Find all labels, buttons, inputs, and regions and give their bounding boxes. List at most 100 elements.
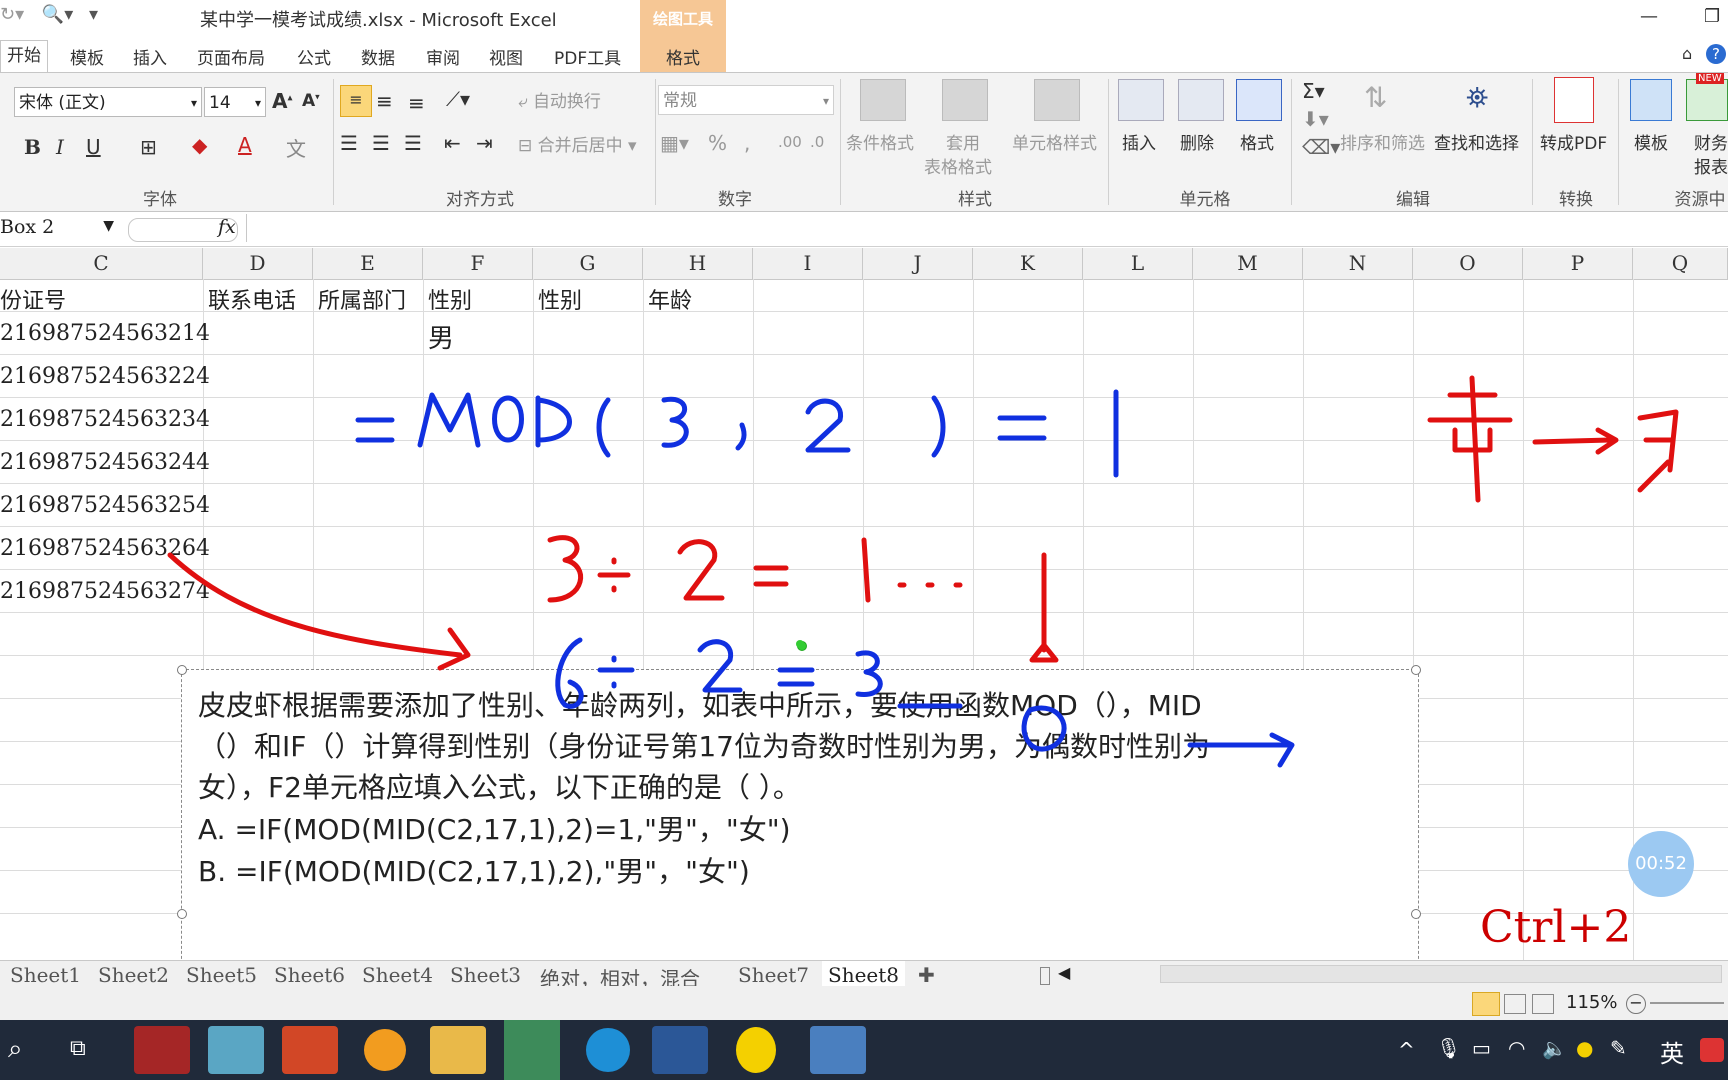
task-view-icon[interactable]: ⧉ [70,1036,86,1061]
cell-id-number[interactable]: 216987524563234 [0,407,210,432]
align-middle-icon[interactable]: ≡ [376,89,393,113]
zoom-level[interactable]: 115% [1566,992,1617,1013]
template-button[interactable]: 模板 [1634,129,1668,154]
battery-icon[interactable]: ▭ [1472,1036,1491,1060]
file-explorer-icon[interactable] [430,1026,486,1074]
calculator-app-icon[interactable] [810,1026,866,1074]
increase-decimal-icon[interactable]: .00 [778,133,802,151]
sheet-tab-active[interactable]: Sheet8 [822,961,906,989]
sheet-tab[interactable]: Sheet1 [10,963,81,987]
insert-cells-button[interactable]: 插入 [1122,129,1156,154]
tab-view[interactable]: 视图 [489,44,523,69]
sort-filter-button[interactable]: 排序和筛选 [1340,129,1425,154]
restore-button[interactable]: ❐ [1704,6,1720,27]
page-layout-view-icon[interactable] [1504,994,1526,1014]
column-header-o[interactable]: O [1413,248,1523,279]
wifi-icon[interactable]: ◠ [1508,1036,1525,1060]
comma-icon[interactable]: , [744,131,750,155]
align-top-icon[interactable]: ≡ [340,85,372,117]
cell-e1[interactable]: 所属部门 [318,283,406,315]
quick-access-toolbar[interactable]: ↻▾ 🔍▾ ▾ [0,4,98,25]
resize-handle[interactable] [1411,909,1421,919]
column-header-n[interactable]: N [1303,248,1413,279]
column-header-c[interactable]: C [0,248,203,279]
tab-templates[interactable]: 模板 [70,44,104,69]
collapse-ribbon-icon[interactable]: ⌂ [1682,44,1692,63]
search-icon[interactable]: ⌕ [8,1034,23,1065]
formula-input[interactable] [246,214,1725,242]
align-right-icon[interactable]: ☰ [404,131,422,155]
find-select-button[interactable]: 查找和选择 [1434,129,1519,154]
sheet-tab[interactable]: Sheet5 [186,963,257,987]
cell-id-number[interactable]: 216987524563254 [0,493,210,518]
italic-icon[interactable]: I [56,135,64,159]
tab-review[interactable]: 审阅 [426,44,460,69]
cell-h1[interactable]: 年龄 [648,283,692,315]
cell-style-button[interactable]: 单元格样式 [1012,129,1097,154]
orientation-icon[interactable]: ⟋▾ [446,87,470,111]
microphone-icon[interactable]: 🎙 [1436,1036,1461,1060]
sheet-tab[interactable]: Sheet4 [362,963,433,987]
bold-icon[interactable]: B [24,135,41,159]
show-hidden-icons[interactable]: ^ [1398,1038,1415,1062]
autosum-icon[interactable]: Σ▾ [1302,79,1325,103]
delete-cells-button[interactable]: 删除 [1180,129,1214,154]
wrap-text-button[interactable]: ⤶ 自动换行 [518,87,601,112]
tab-split-handle[interactable] [1040,967,1050,985]
resize-handle[interactable] [1411,665,1421,675]
sheet-tab[interactable]: Sheet3 [450,963,521,987]
fill-icon[interactable]: ⬇▾ [1302,107,1329,131]
decrease-indent-icon[interactable]: ⇤ [444,131,461,155]
insert-function-icon[interactable]: fx [218,216,236,238]
column-header-e[interactable]: E [313,248,423,279]
cell-g1[interactable]: 性别 [538,283,582,315]
sogou-ime-icon[interactable] [1700,1038,1724,1062]
column-header-f[interactable]: F [423,248,533,279]
finance-report-button-line1[interactable]: 财务 [1694,129,1728,154]
customize-qat-icon[interactable]: ▾ [89,4,98,25]
column-header-l[interactable]: L [1083,248,1193,279]
percent-icon[interactable]: % [708,131,727,155]
notes-app-icon[interactable] [208,1026,264,1074]
column-header-g[interactable]: G [533,248,643,279]
cell-id-number[interactable]: 216987524563224 [0,364,210,389]
ime-indicator[interactable]: 英 [1660,1034,1684,1069]
cell-c1[interactable]: 份证号 [0,283,66,315]
minimize-button[interactable]: — [1640,6,1658,27]
align-left-icon[interactable]: ☰ [340,131,358,155]
borders-icon[interactable]: ⊞ [140,135,157,159]
qq-tray-icon[interactable]: ● [1576,1036,1593,1060]
column-header-i[interactable]: I [753,248,863,279]
tab-data[interactable]: 数据 [361,44,395,69]
font-size-combo[interactable]: 14 ▾ [204,87,266,117]
increase-indent-icon[interactable]: ⇥ [476,131,493,155]
edge-app-icon[interactable] [586,1028,630,1072]
word-app-icon[interactable] [652,1026,708,1074]
column-header-h[interactable]: H [643,248,753,279]
column-header-m[interactable]: M [1193,248,1303,279]
grow-font-icon[interactable]: A▴ [272,89,293,113]
zoom-slider[interactable] [1650,1002,1724,1004]
tab-home[interactable]: 开始 [0,40,48,73]
cell-id-number[interactable]: 216987524563264 [0,536,210,561]
tab-formulas[interactable]: 公式 [297,44,331,69]
cell-id-number[interactable]: 216987524563274 [0,579,210,604]
conditional-format-button[interactable]: 条件格式 [846,129,914,154]
align-center-icon[interactable]: ☰ [372,131,390,155]
table-format-button-line2[interactable]: 表格格式 [924,153,992,178]
finance-report-button-line2[interactable]: 报表 [1694,153,1728,178]
cell-f2[interactable]: 男 [428,318,454,355]
question-textbox[interactable]: 皮皮虾根据需要添加了性别、年龄两列，如表中所示，要使用函数MOD（），MID （… [177,641,1421,969]
tab-page-layout[interactable]: 页面布局 [197,44,265,69]
merge-center-button[interactable]: ⊟ 合并后居中 ▾ [518,131,637,156]
qq-app-icon[interactable] [736,1027,776,1073]
column-header-p[interactable]: P [1523,248,1633,279]
cell-id-number[interactable]: 216987524563214 [0,321,210,346]
cell-d1[interactable]: 联系电话 [208,283,296,315]
table-format-button-line1[interactable]: 套用 [946,129,980,154]
format-cells-button[interactable]: 格式 [1240,129,1274,154]
tab-pdf-tools[interactable]: PDF工具 [554,44,621,69]
shrink-font-icon[interactable]: A▾ [302,91,320,111]
cell-id-number[interactable]: 216987524563244 [0,450,210,475]
powerpoint-app-icon[interactable] [282,1026,338,1074]
